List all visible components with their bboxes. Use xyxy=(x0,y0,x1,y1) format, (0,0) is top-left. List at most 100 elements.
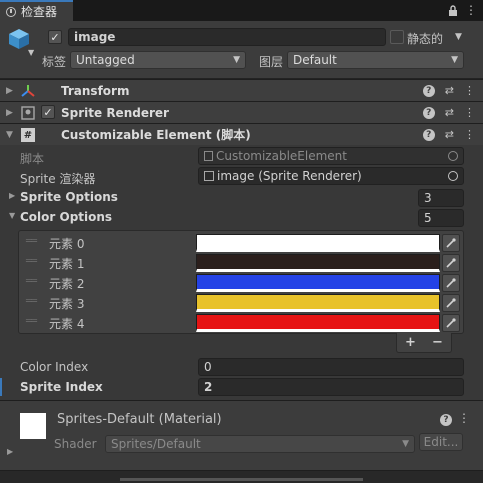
chevron-down-icon: ▼ xyxy=(451,55,458,65)
sprite-renderer-field[interactable]: image (Sprite Renderer) xyxy=(198,167,464,185)
info-icon xyxy=(6,6,16,17)
fold-right-icon[interactable]: ▶ xyxy=(7,447,13,456)
help-icon[interactable]: ? xyxy=(422,128,435,141)
component-title: Transform xyxy=(61,83,130,98)
lock-icon[interactable] xyxy=(445,2,461,18)
color-index-input[interactable]: 0 xyxy=(198,358,464,376)
script-label: 脚本 xyxy=(20,152,45,166)
tag-dropdown[interactable]: Untagged ▼ xyxy=(70,51,246,69)
color-index-label: Color Index xyxy=(20,360,89,374)
material-preview xyxy=(20,413,46,439)
script-value: CustomizableElement xyxy=(216,149,347,163)
eyedropper-icon[interactable] xyxy=(442,254,460,272)
static-checkbox[interactable] xyxy=(390,30,404,44)
sprite-renderer-enabled-checkbox[interactable]: ✓ xyxy=(41,105,55,119)
color-swatch[interactable] xyxy=(196,314,440,332)
script-icon: # xyxy=(21,128,35,142)
color-element-label: 元素 4 xyxy=(49,317,85,331)
modified-indicator xyxy=(0,378,2,396)
color-element-label: 元素 0 xyxy=(49,237,85,251)
drag-handle-icon[interactable]: ══ xyxy=(26,296,37,307)
preset-icon[interactable]: ⇄ xyxy=(445,128,454,141)
list-item[interactable]: ══ 元素 2 xyxy=(24,273,464,293)
list-footer: + − xyxy=(396,333,452,353)
sprite-renderer-icon xyxy=(204,171,214,181)
icon-dropdown-arrow-icon[interactable]: ▼ xyxy=(28,48,34,57)
sprite-options-label[interactable]: Sprite Options xyxy=(20,190,118,204)
layer-value: Default xyxy=(293,53,337,67)
gameobject-name-input[interactable]: image xyxy=(68,28,386,46)
fold-down-icon[interactable]: ▼ xyxy=(9,211,15,220)
more-icon[interactable]: ⋮ xyxy=(464,106,475,119)
active-checkbox[interactable]: ✓ xyxy=(48,30,62,44)
sprite-index-input[interactable]: 2 xyxy=(198,378,464,396)
script-file-icon xyxy=(204,151,213,161)
color-element-label: 元素 3 xyxy=(49,297,85,311)
component-customizable-element[interactable]: ▼ # Customizable Element (脚本) ? ⇄ ⋮ xyxy=(0,123,483,145)
object-picker-icon[interactable] xyxy=(448,171,458,181)
tag-label: 标签 xyxy=(42,55,67,69)
resize-handle[interactable] xyxy=(120,478,363,481)
color-options-size-input[interactable]: 5 xyxy=(418,209,464,227)
component-sprite-renderer[interactable]: ▶ ✓ Sprite Renderer ? ⇄ ⋮ xyxy=(0,101,483,123)
sprite-options-size-input[interactable]: 3 xyxy=(418,189,464,207)
chevron-down-icon: ▼ xyxy=(233,55,240,65)
remove-element-button[interactable]: − xyxy=(432,335,443,350)
help-icon[interactable]: ? xyxy=(440,414,452,426)
color-swatch[interactable] xyxy=(196,274,440,292)
shader-dropdown[interactable]: Sprites/Default ▼ xyxy=(105,435,415,453)
inspector-bottom xyxy=(0,470,483,483)
more-icon[interactable]: ⋮ xyxy=(458,411,470,425)
static-label: 静态的 xyxy=(407,32,444,46)
fold-right-icon[interactable]: ▶ xyxy=(6,108,13,118)
list-item[interactable]: ══ 元素 3 xyxy=(24,293,464,313)
gameobject-cube-icon xyxy=(8,28,30,50)
help-icon[interactable]: ? xyxy=(422,106,435,119)
list-item[interactable]: ══ 元素 4 xyxy=(24,313,464,333)
component-title: Customizable Element (脚本) xyxy=(61,128,251,142)
color-options-label[interactable]: Color Options xyxy=(20,210,112,224)
eyedropper-icon[interactable] xyxy=(442,274,460,292)
fold-down-icon[interactable]: ▼ xyxy=(6,130,13,140)
more-icon[interactable]: ⋮ xyxy=(464,84,475,97)
list-item[interactable]: ══ 元素 0 xyxy=(24,233,464,253)
drag-handle-icon[interactable]: ══ xyxy=(26,316,37,327)
layer-dropdown[interactable]: Default ▼ xyxy=(287,51,464,69)
color-swatch[interactable] xyxy=(196,234,440,252)
help-icon[interactable]: ? xyxy=(422,84,435,97)
fold-right-icon[interactable]: ▶ xyxy=(9,191,15,200)
sprite-renderer-value: image (Sprite Renderer) xyxy=(217,169,362,183)
sprite-renderer-icon xyxy=(21,106,35,123)
component-transform[interactable]: ▶ Transform ? ⇄ ⋮ xyxy=(0,79,483,101)
drag-handle-icon[interactable]: ══ xyxy=(26,236,37,247)
add-element-button[interactable]: + xyxy=(405,335,416,350)
color-swatch[interactable] xyxy=(196,294,440,312)
fold-right-icon[interactable]: ▶ xyxy=(6,86,13,96)
sprite-index-label: Sprite Index xyxy=(20,380,103,394)
tag-value: Untagged xyxy=(76,53,135,67)
drag-handle-icon[interactable]: ══ xyxy=(26,276,37,287)
color-element-label: 元素 2 xyxy=(49,277,85,291)
eyedropper-icon[interactable] xyxy=(442,294,460,312)
drag-handle-icon[interactable]: ══ xyxy=(26,256,37,267)
layer-label: 图层 xyxy=(259,55,284,69)
object-picker-icon xyxy=(448,151,458,161)
edit-shader-button[interactable]: Edit... xyxy=(419,433,463,451)
eyedropper-icon[interactable] xyxy=(442,234,460,252)
shader-label: Shader xyxy=(54,437,97,451)
component-title: Sprite Renderer xyxy=(61,105,169,120)
list-item[interactable]: ══ 元素 1 xyxy=(24,253,464,273)
more-menu-icon[interactable]: ⋮ xyxy=(463,2,479,18)
eyedropper-icon[interactable] xyxy=(442,314,460,332)
sprite-renderer-label: Sprite 渲染器 xyxy=(20,172,96,186)
chevron-down-icon: ▼ xyxy=(402,439,409,449)
transform-icon xyxy=(21,84,35,101)
more-icon[interactable]: ⋮ xyxy=(464,128,475,141)
script-field: CustomizableElement xyxy=(198,147,464,165)
color-element-label: 元素 1 xyxy=(49,257,85,271)
color-swatch[interactable] xyxy=(196,254,440,272)
tab-inspector[interactable]: 检查器 xyxy=(0,0,73,21)
preset-icon[interactable]: ⇄ xyxy=(445,106,454,119)
static-dropdown-arrow-icon[interactable]: ▼ xyxy=(455,32,462,42)
preset-icon[interactable]: ⇄ xyxy=(445,84,454,97)
